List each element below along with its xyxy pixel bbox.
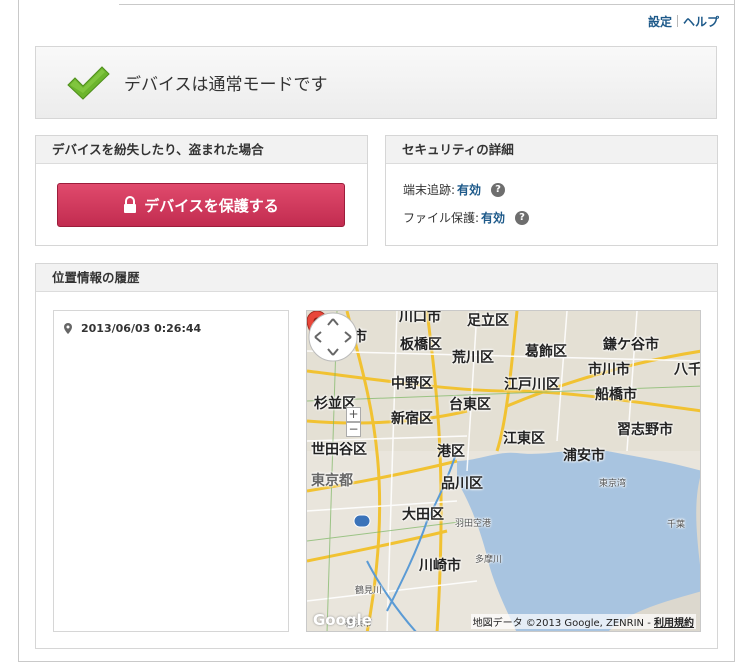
list-item[interactable]: 2013/06/03 0:26:44 [64, 322, 201, 335]
location-history-list: 2013/06/03 0:26:44 [53, 310, 289, 632]
file-protection-row: ファイル保護: 有効 ? [403, 209, 530, 226]
tab-bar-edge [119, 0, 735, 5]
map-label: 千葉 [667, 520, 686, 530]
status-message: デバイスは通常モードです [124, 75, 328, 95]
help-icon[interactable]: ? [491, 182, 506, 197]
map-label: 葛飾区 [525, 344, 567, 360]
google-logo: Google [313, 611, 372, 629]
location-timestamp: 2013/06/03 0:26:44 [81, 322, 202, 335]
map-label: 港区 [437, 444, 465, 460]
map-label: 川口市 [399, 310, 441, 325]
settings-link[interactable]: 設定 [648, 15, 672, 29]
map-label: 江東区 [503, 431, 545, 447]
map-label: 荒川区 [452, 350, 494, 366]
map-label: 江戸川区 [504, 377, 560, 393]
zoom-in-button[interactable]: + [346, 407, 361, 422]
tracking-label: 端末追跡: [403, 183, 456, 197]
security-details-title: セキュリティの詳細 [386, 136, 717, 164]
map-attribution-text: 地図データ ©2013 Google, ZENRIN - [472, 618, 654, 629]
map-label: 浦安市 [563, 448, 605, 464]
map-label: 鶴見川 [355, 586, 383, 596]
map-label: 東京湾 [599, 479, 627, 489]
map-label: 川崎市 [419, 558, 461, 574]
map-label: 台東区 [449, 397, 491, 413]
map-label: 羽田空港 [455, 519, 492, 529]
map-label: 新宿区 [391, 411, 433, 427]
protect-device-label: デバイスを保護する [144, 196, 279, 215]
map-label: 中野区 [391, 376, 433, 392]
map-label: 大田区 [402, 507, 444, 523]
map-label: 八千 [674, 362, 701, 378]
location-history-panel: 位置情報の履歴 2013/06/03 0:26:44 川口市 足立区 板橋区 荒… [35, 263, 718, 649]
top-links: 設定 ヘルプ [648, 13, 719, 30]
file-protection-status-link[interactable]: 有効 [481, 209, 505, 226]
map-pin-icon [64, 323, 72, 334]
security-details-panel: セキュリティの詳細 端末追跡: 有効 ? ファイル保護: 有効 ? [385, 135, 718, 246]
help-link[interactable]: ヘルプ [683, 15, 719, 29]
map-label: 板橋区 [400, 337, 442, 353]
protect-device-button[interactable]: デバイスを保護する [57, 183, 345, 227]
map-label: 足立区 [467, 313, 509, 329]
lost-device-panel: デバイスを紛失したり、盗まれた場合 デバイスを保護する [35, 135, 368, 246]
help-icon[interactable]: ? [515, 210, 530, 225]
map-label: 鎌ケ谷市 [603, 337, 659, 353]
map-label: 品川区 [441, 476, 483, 492]
map-label: 市川市 [588, 362, 630, 378]
terms-of-use-link[interactable]: 利用規約 [654, 618, 694, 629]
lost-device-title: デバイスを紛失したり、盗まれた場合 [36, 136, 367, 164]
map-label: 世田谷区 [311, 442, 367, 458]
zoom-out-button[interactable]: − [346, 422, 361, 437]
location-map[interactable]: 川口市 足立区 久留米市 板橋区 荒川区 葛飾区 鎌ケ谷市 中野区 江戸川区 市… [306, 310, 701, 632]
map-attribution: 地図データ ©2013 Google, ZENRIN - 利用規約 [470, 614, 696, 629]
checkmark-icon [67, 66, 110, 100]
link-separator [676, 15, 678, 27]
file-protection-label: ファイル保護: [403, 211, 480, 225]
tracking-row: 端末追跡: 有効 ? [403, 181, 506, 198]
map-label: 東京都 [311, 473, 353, 489]
map-label: 習志野市 [617, 422, 673, 438]
route-246-shield [353, 514, 371, 528]
status-banner: デバイスは通常モードです [35, 46, 717, 119]
pan-control-icon[interactable] [307, 311, 359, 363]
zoom-control: + − [346, 407, 361, 437]
map-label: 船橋市 [595, 387, 637, 403]
tracking-status-link[interactable]: 有効 [457, 181, 481, 198]
map-label: 多摩川 [475, 555, 503, 565]
lock-icon [124, 196, 137, 213]
location-history-title: 位置情報の履歴 [36, 264, 717, 292]
